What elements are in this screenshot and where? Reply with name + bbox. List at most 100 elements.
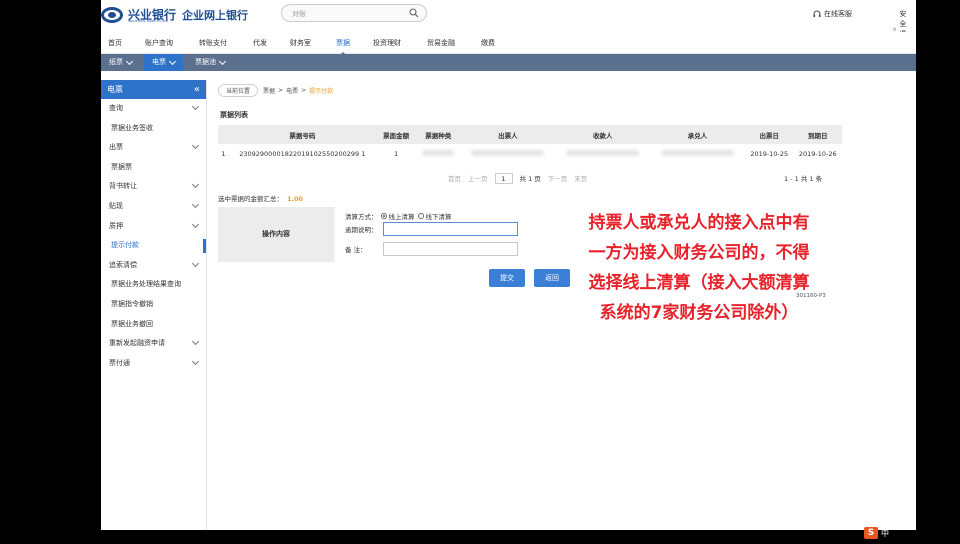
breadcrumb-current: 提示付款 (309, 87, 334, 95)
bill-type (416, 144, 460, 164)
search-input[interactable]: 对账 (281, 4, 427, 22)
breadcrumb: 当前位置 票据 > 电票 > 提示付款 (218, 83, 333, 97)
sidebar-item[interactable]: 追索清偿 (101, 256, 206, 276)
chevron-down-icon (191, 220, 200, 228)
nav-item-account-query[interactable]: 账户查询 (145, 38, 173, 48)
col-header (218, 125, 229, 144)
pager-prev[interactable]: 上一页 (468, 173, 488, 183)
online-settlement-radio[interactable] (380, 213, 387, 219)
sidebar-item-label: 贴现 (109, 201, 123, 210)
acceptor (650, 144, 745, 164)
blurred-cell (471, 150, 545, 156)
subnav-item-bill-pool[interactable]: 票据池 (187, 54, 233, 71)
col-header: 出票人 (460, 125, 556, 144)
pager-first[interactable]: 首页 (448, 173, 461, 183)
bill-number: 23092900001822019102550200299 1 (239, 150, 366, 158)
top-header: 兴业银行 INDUSTRIAL BANK CO.,LTD 企业网上银行 对账 在… (101, 0, 916, 48)
chevron-down-icon (218, 57, 227, 65)
bank-logo[interactable]: 兴业银行 INDUSTRIAL BANK CO.,LTD 企业网上银行 (101, 5, 248, 25)
nav-item-payroll[interactable]: 代发 (253, 38, 267, 48)
amount-summary-label: 选中票据的金额汇总： (218, 195, 283, 203)
overdue-input[interactable] (383, 222, 518, 236)
submit-button[interactable]: 提交 (489, 269, 525, 287)
ime-toolbar[interactable]: S 中 (864, 526, 889, 540)
settlement-method-row: 清算方式： 线上清算 线下清算 (345, 211, 452, 221)
nav-item-investment[interactable]: 投资理财 (373, 38, 401, 48)
pager-page-input[interactable]: 1 (494, 172, 513, 184)
annotation-line: 系统的7家财务公司除外） (599, 303, 799, 323)
sidebar-item[interactable]: 重新发起融资申请 (101, 334, 206, 354)
sidebar-item[interactable]: 查询 (101, 99, 206, 119)
headset-icon (813, 10, 821, 17)
nav-item-finance-room[interactable]: 财务室 (290, 38, 311, 48)
nav-item-bills[interactable]: 票据 (336, 38, 350, 56)
nav-item-payment[interactable]: 缴费 (481, 38, 495, 48)
sidebar-item[interactable]: 出票 (101, 138, 206, 158)
sidebar-item[interactable]: 背书转让 (101, 177, 206, 197)
due-date: 2019-10-26 (798, 150, 837, 158)
sidebar-item[interactable]: 票付通 (101, 354, 206, 374)
chevron-down-icon (191, 259, 200, 267)
sidebar-item-label: 背书转让 (109, 182, 137, 191)
col-header: 票面金额 (376, 125, 417, 144)
chevron-down-icon (191, 102, 200, 111)
search-icon[interactable] (409, 8, 419, 18)
pager-last[interactable]: 末页 (574, 173, 587, 183)
sidebar-item[interactable]: 贴现 (101, 197, 206, 217)
sidebar-header: 电票 « (101, 80, 206, 99)
sidebar-item[interactable]: 提示付款 (101, 236, 206, 256)
product-name: 企业网上银行 (182, 9, 249, 22)
subnav-label: 纸票 (109, 58, 123, 66)
chevron-down-icon (191, 200, 200, 209)
breadcrumb-item[interactable]: 电票 (286, 86, 298, 95)
sidebar-item-label: 票付通 (109, 358, 130, 367)
sidebar-item-label: 票据业务撤回 (111, 319, 153, 328)
amount-summary-value: 1.00 (287, 195, 304, 203)
subnav-label: 电票 (152, 58, 166, 66)
sidebar-item-label: 查询 (109, 104, 123, 112)
chevron-down-icon (168, 57, 177, 65)
sidebar-item[interactable]: 票据票 (101, 158, 206, 178)
search-placeholder: 对账 (292, 10, 306, 18)
chevron-down-icon (191, 338, 200, 346)
sidebar-item[interactable]: 票据业务处理结果查询 (101, 275, 206, 295)
sidebar-item[interactable]: 票据指令撤销 (101, 295, 206, 315)
sidebar-item-label: 票据票 (111, 162, 132, 171)
sidebar-item-label: 质押 (109, 221, 123, 230)
breadcrumb-label: 当前位置 (218, 83, 259, 97)
online-settlement-label[interactable]: 线上清算 (389, 211, 415, 221)
annotation-line: 持票人或承兑人的接入点中有 (588, 213, 810, 233)
sidebar-item-label: 票据业务处理结果查询 (111, 280, 181, 289)
nav-item-home[interactable]: 首页 (108, 38, 122, 48)
blurred-cell (566, 150, 640, 156)
offline-settlement-radio[interactable] (417, 213, 424, 219)
table-row[interactable]: 1 23092900001822019102550200299 1 1 2019… (218, 144, 842, 164)
subnav-item-e-bill[interactable]: 电票 (144, 54, 183, 71)
sidebar-item-label: 票据业务签收 (111, 123, 153, 132)
bank-name-en: INDUSTRIAL BANK CO.,LTD (128, 19, 168, 23)
nav-item-transfer[interactable]: 转账支付 (199, 38, 227, 48)
sidebar-item[interactable]: 质押 (101, 217, 206, 237)
main-nav: 首页 账户查询 转账支付 代发 财务室 票据 投资理财 贸易金融 缴费 (101, 32, 916, 56)
collapse-icon[interactable]: « (194, 80, 200, 99)
pagination: 首页 上一页 1 共 1 页 下一页 末页 (448, 172, 587, 184)
remark-input[interactable] (383, 242, 518, 256)
pager-next[interactable]: 下一页 (548, 173, 568, 183)
header-links: 在线客服 安全退出 (813, 9, 906, 48)
offline-settlement-label[interactable]: 线下清算 (426, 211, 452, 221)
subnav-item-paper-bill[interactable]: 纸票 (101, 54, 140, 71)
col-header: 收款人 (555, 125, 651, 144)
subnav-label: 票据池 (195, 58, 216, 66)
sidebar-title: 电票 (107, 85, 123, 94)
issue-date: 2019-10-25 (750, 150, 789, 158)
sidebar-item-label: 票据指令撤销 (111, 299, 153, 308)
online-service-link[interactable]: 在线客服 (813, 9, 852, 19)
settlement-method-label: 清算方式： (345, 213, 378, 221)
record-count: 1 - 1 共 1 条 (784, 175, 823, 183)
sidebar-item[interactable]: 票据业务撤回 (101, 315, 206, 335)
breadcrumb-item[interactable]: 票据 (263, 86, 275, 95)
sub-nav: 纸票 电票 票据池 (101, 54, 916, 71)
sidebar-item[interactable]: 票据业务签收 (101, 119, 206, 139)
nav-item-trade-finance[interactable]: 贸易金融 (427, 38, 455, 48)
remark-label: 备 注： (345, 246, 367, 254)
